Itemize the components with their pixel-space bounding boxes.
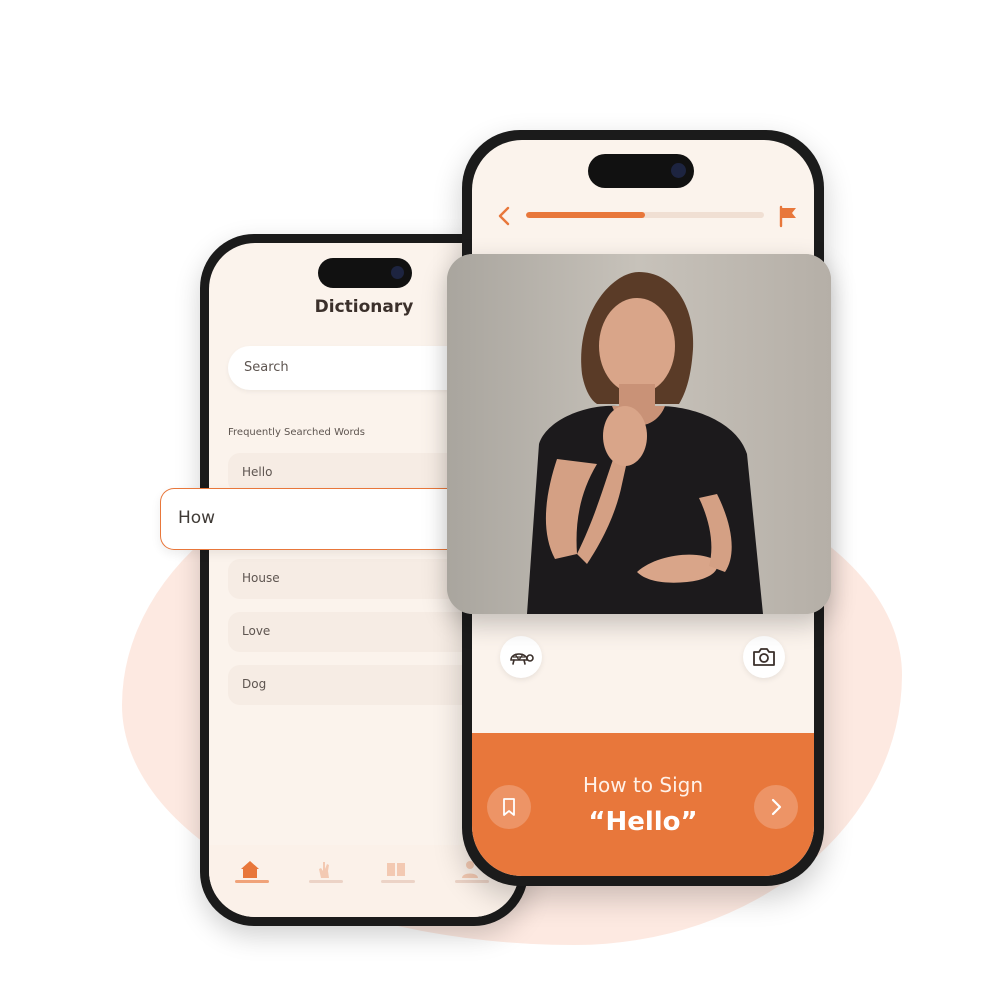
turtle-icon	[510, 653, 534, 665]
tab-home[interactable]	[235, 859, 269, 889]
sign-info-panel: How to Sign “Hello”	[472, 733, 814, 876]
camera-icon	[753, 648, 775, 666]
highlighted-word-item[interactable]: How	[160, 488, 461, 550]
word-item-love[interactable]: Love	[228, 612, 488, 652]
word-label: Hello	[242, 465, 273, 479]
next-button[interactable]	[754, 785, 798, 829]
chevron-right-icon	[771, 798, 782, 816]
bookmark-button[interactable]	[487, 785, 531, 829]
lesson-progress-bar	[526, 212, 764, 218]
word-item-dog[interactable]: Dog	[228, 665, 488, 705]
flag-icon[interactable]	[776, 204, 800, 228]
search-placeholder: Search	[244, 360, 289, 375]
slow-motion-button[interactable]	[500, 636, 542, 678]
dynamic-island	[588, 154, 694, 188]
back-arrow-icon[interactable]	[494, 204, 514, 228]
tab-practice[interactable]	[309, 859, 343, 889]
progress-fill	[526, 212, 645, 218]
home-icon	[241, 861, 259, 878]
word-label: House	[242, 571, 280, 585]
word-label: Love	[242, 624, 271, 638]
bookmark-icon	[503, 798, 515, 816]
word-label: Dog	[242, 677, 267, 691]
hand-icon	[319, 862, 329, 878]
book-icon	[387, 863, 405, 876]
dynamic-island	[318, 258, 412, 288]
tab-dictionary[interactable]	[381, 859, 415, 889]
video-frame	[447, 254, 831, 614]
sign-video[interactable]	[447, 254, 831, 614]
camera-button[interactable]	[743, 636, 785, 678]
section-label: Frequently Searched Words	[228, 427, 365, 438]
word-label: How	[178, 508, 216, 528]
